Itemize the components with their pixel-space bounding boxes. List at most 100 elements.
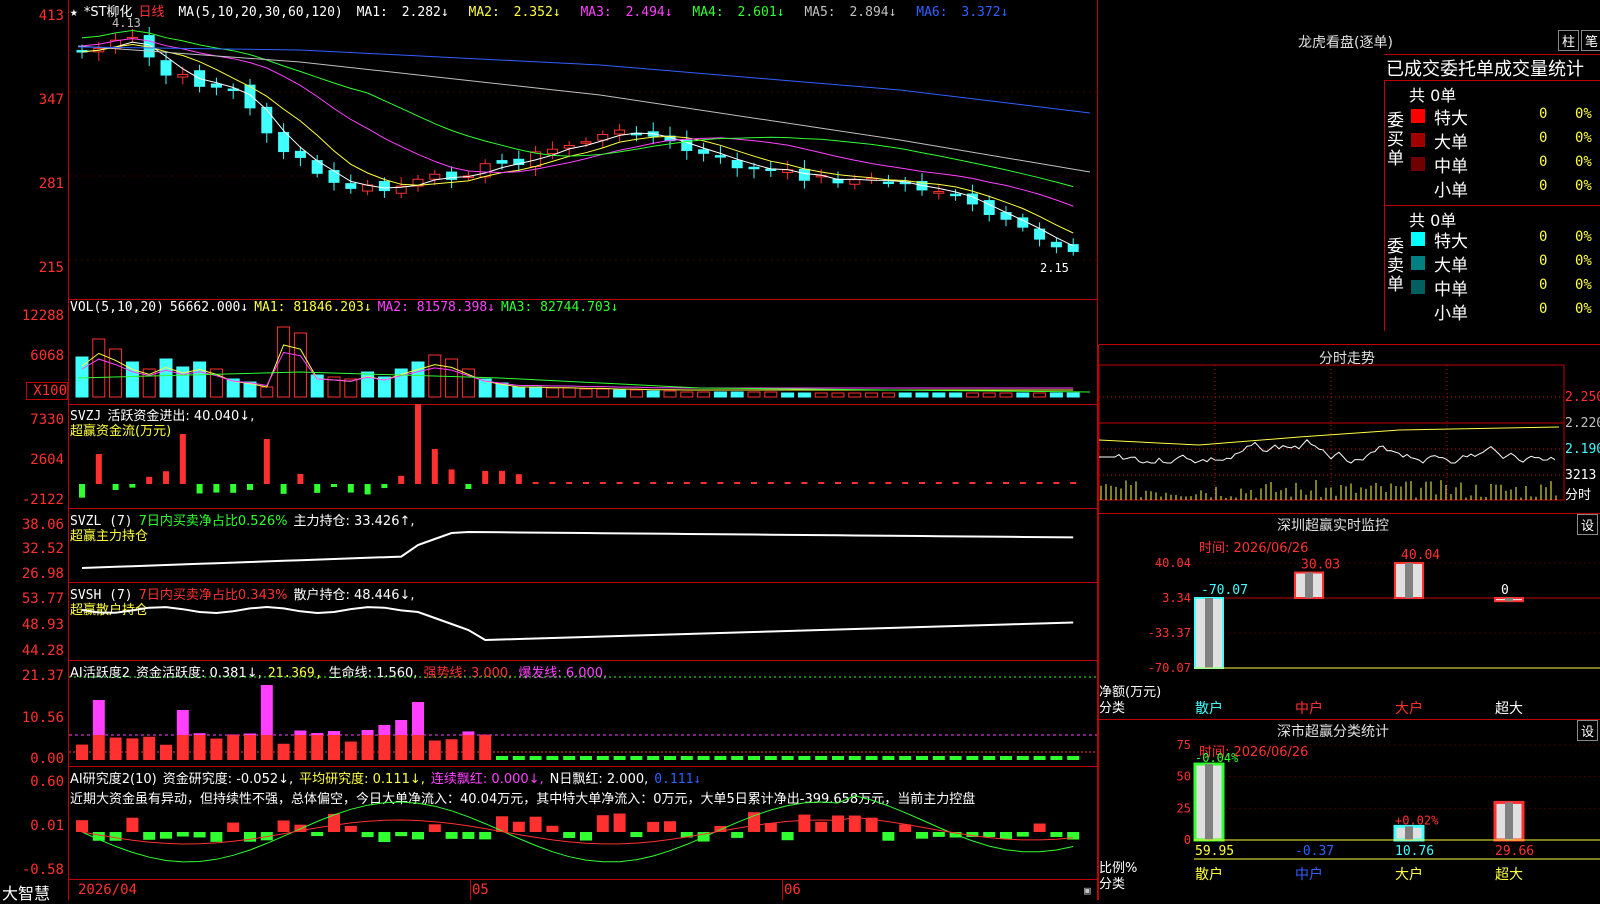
candle xyxy=(379,182,389,191)
activity-bar xyxy=(1034,756,1046,760)
buy-order-row-count: 0 xyxy=(1539,154,1547,170)
volume-bar xyxy=(261,387,273,397)
intraday-panel[interactable]: 分时走势 2.250 2.220 2.190 3213 分时 xyxy=(1099,345,1600,513)
activity-bar xyxy=(227,735,239,760)
activity-bar xyxy=(294,731,306,735)
sell-order-row-percent: 0% xyxy=(1575,229,1592,245)
sell-order-row-swatch xyxy=(1411,232,1425,246)
money-flow-bar xyxy=(1053,482,1059,484)
research-bar xyxy=(798,815,810,832)
activity-bar xyxy=(815,756,827,760)
candle xyxy=(430,174,440,179)
candle xyxy=(178,75,188,78)
activity-bar xyxy=(412,735,424,760)
sell-order-row-label: 小单 xyxy=(1434,299,1468,324)
volume-bar xyxy=(731,392,743,397)
volume-bar xyxy=(966,393,978,397)
sell-order-row-percent: 0% xyxy=(1575,277,1592,293)
activity-bar xyxy=(261,735,273,760)
activity-bar xyxy=(530,756,542,760)
sell-order-row-percent: 0% xyxy=(1575,253,1592,269)
kline-svg xyxy=(0,0,1097,900)
activity-bar xyxy=(294,735,306,760)
y-tick: 0 xyxy=(1184,833,1191,847)
buy-order-row-percent: 0% xyxy=(1575,106,1592,122)
money-flow-bar xyxy=(499,471,505,484)
activity-bar xyxy=(110,738,122,760)
volume-bar xyxy=(446,359,458,397)
research-bar xyxy=(563,832,575,838)
money-flow-bar xyxy=(129,484,135,488)
volume-bar xyxy=(748,392,760,397)
activity-bar xyxy=(496,756,508,760)
money-flow-bar xyxy=(768,482,774,484)
volume-bar xyxy=(412,362,424,397)
candle xyxy=(1051,242,1061,246)
activity-bar xyxy=(311,735,323,760)
money-flow-bar xyxy=(180,434,186,484)
research-bar xyxy=(782,832,794,840)
volume-bar xyxy=(950,393,962,397)
activity-bar xyxy=(916,756,928,760)
activity-bar xyxy=(513,756,525,760)
activity-bar xyxy=(160,745,172,760)
activity-bar xyxy=(546,756,558,760)
activity-bar xyxy=(278,744,290,760)
activity-bar xyxy=(832,756,844,760)
bar-value-label: 30.03 xyxy=(1301,558,1340,573)
category-label: 超大 xyxy=(1495,867,1523,883)
money-flow-bar xyxy=(717,482,723,484)
activity-bar xyxy=(362,735,374,760)
research-bar xyxy=(412,832,424,839)
research-bar xyxy=(362,832,374,837)
buy-order-row-count: 0 xyxy=(1539,178,1547,194)
buy-order-row-label: 小单 xyxy=(1434,176,1468,201)
candle xyxy=(951,194,961,196)
bar-value-label: -70.07 xyxy=(1201,583,1248,598)
research-bar xyxy=(479,832,491,839)
money-flow-bar xyxy=(751,482,757,484)
sell-order-row-label: 特大 xyxy=(1434,227,1468,252)
activity-bar xyxy=(698,756,710,760)
research-bar xyxy=(1034,824,1046,832)
volume-bar xyxy=(1000,393,1012,397)
activity-bar xyxy=(1050,756,1062,760)
activity-bar xyxy=(210,739,222,760)
bar-change-label: +0.02% xyxy=(1395,813,1439,827)
money-flow-bar xyxy=(213,484,219,493)
activity-bar xyxy=(261,685,273,735)
sell-order-row-count: 0 xyxy=(1539,301,1547,317)
activity-bar xyxy=(950,756,962,760)
monitor-panel: 深圳超赢实时监控 设 时间: 2026/06/26 净额(万元) 分类 40.0… xyxy=(1099,513,1600,719)
money-flow-bar xyxy=(1070,482,1076,484)
candle xyxy=(581,142,591,144)
money-flow-bar xyxy=(348,484,354,493)
money-flow-bar xyxy=(398,476,404,484)
ma-line xyxy=(82,31,1073,187)
activity-bar xyxy=(748,756,760,760)
money-flow-bar xyxy=(1037,482,1043,484)
volume-bar xyxy=(614,390,626,397)
volume-bar xyxy=(530,387,542,397)
research-bar xyxy=(278,820,290,832)
y-tick: -33.37 xyxy=(1148,626,1191,640)
research-bar xyxy=(378,832,390,842)
research-bar xyxy=(513,822,525,832)
money-flow-bar xyxy=(533,482,539,484)
money-flow-bar xyxy=(617,482,623,484)
money-flow-bar xyxy=(331,484,337,487)
money-flow-bar xyxy=(264,439,270,484)
sell-order-row-label: 中单 xyxy=(1434,275,1468,300)
kline-chart-area[interactable]: ★*ST柳化日线 MA(5,10,20,30,60,120) MA1: 2.28… xyxy=(0,0,1097,900)
buy-order-row-percent: 0% xyxy=(1575,154,1592,170)
candle xyxy=(262,107,272,132)
activity-bar xyxy=(412,702,424,735)
research-bar xyxy=(244,832,256,842)
volume-bar xyxy=(714,392,726,397)
activity-bar xyxy=(177,710,189,735)
research-bar xyxy=(1017,832,1029,837)
buy-order-row-count: 0 xyxy=(1539,130,1547,146)
money-flow-bar xyxy=(1003,482,1009,484)
category-label: 散户 xyxy=(1195,866,1223,883)
volume-bar xyxy=(782,393,794,397)
